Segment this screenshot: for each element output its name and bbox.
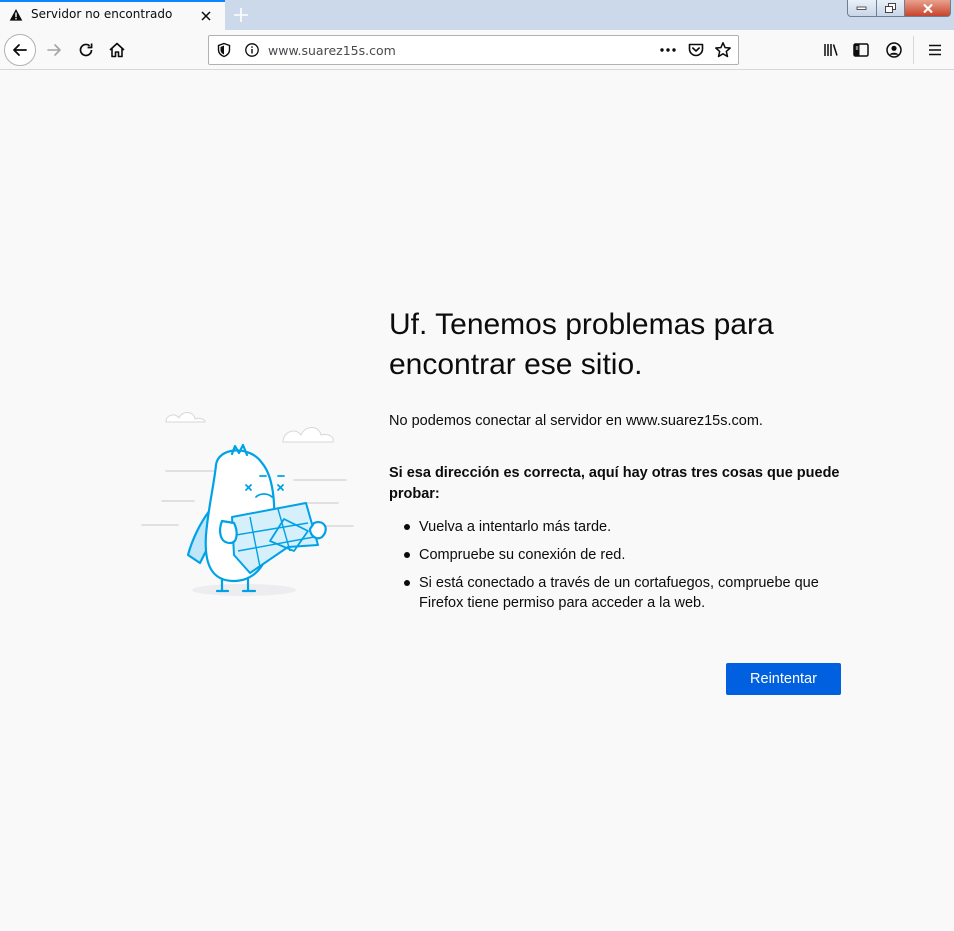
- toolbar-separator: [913, 36, 914, 64]
- url-bar[interactable]: www.suarez15s.com: [208, 35, 739, 65]
- suggestion-item: Si está conectado a través de un cortafu…: [404, 573, 844, 613]
- url-text[interactable]: www.suarez15s.com: [268, 43, 396, 58]
- forward-button[interactable]: [42, 38, 66, 62]
- window-controls: [847, 0, 951, 18]
- menu-button[interactable]: [923, 38, 947, 62]
- library-button[interactable]: [819, 38, 843, 62]
- error-title: Uf. Tenemos problemas para encontrar ese…: [389, 308, 774, 381]
- warning-icon: [9, 9, 23, 21]
- info-icon[interactable]: [244, 42, 260, 58]
- minimize-button[interactable]: [847, 0, 877, 17]
- restore-icon: [884, 2, 896, 13]
- shield-icon[interactable]: [216, 42, 232, 58]
- close-window-button[interactable]: [905, 0, 951, 17]
- navigation-toolbar: www.suarez15s.com: [0, 30, 954, 70]
- suggestions-heading: Si esa dirección es correcta, aquí hay o…: [389, 465, 840, 502]
- back-arrow-icon: [13, 44, 27, 56]
- home-button[interactable]: [105, 38, 129, 62]
- restore-button[interactable]: [877, 0, 905, 17]
- more-icon[interactable]: [658, 41, 678, 59]
- suggestions-list: Vuelva a intentarlo más tarde. Compruebe…: [404, 517, 844, 621]
- back-button[interactable]: [4, 34, 36, 66]
- minimize-icon: [856, 6, 867, 10]
- library-icon: [824, 44, 838, 56]
- retry-button[interactable]: Reintentar: [726, 663, 841, 695]
- forward-arrow-icon: [47, 44, 61, 56]
- reload-icon: [79, 43, 93, 57]
- close-icon: [922, 3, 933, 13]
- lost-creature-illustration: [141, 412, 354, 596]
- menu-icon: [929, 44, 941, 56]
- close-icon[interactable]: [198, 8, 214, 24]
- tab-servidor-no-encontrado[interactable]: Servidor no encontrado: [0, 0, 225, 30]
- suggestion-item: Vuelva a intentarlo más tarde.: [404, 517, 844, 537]
- sidebar-button[interactable]: [849, 38, 873, 62]
- error-description: No podemos conectar al servidor en www.s…: [389, 413, 763, 429]
- suggestion-item: Compruebe su conexión de red.: [404, 545, 844, 565]
- tab-title: Servidor no encontrado: [31, 7, 173, 21]
- pocket-icon[interactable]: [687, 41, 705, 59]
- home-icon: [109, 42, 125, 58]
- sidebar-icon: [853, 43, 869, 57]
- plus-icon[interactable]: [229, 3, 253, 27]
- account-button[interactable]: [882, 38, 906, 62]
- account-icon: [886, 42, 902, 58]
- reload-button[interactable]: [74, 38, 98, 62]
- star-icon[interactable]: [714, 41, 732, 59]
- title-bar: Servidor no encontrado: [0, 0, 954, 30]
